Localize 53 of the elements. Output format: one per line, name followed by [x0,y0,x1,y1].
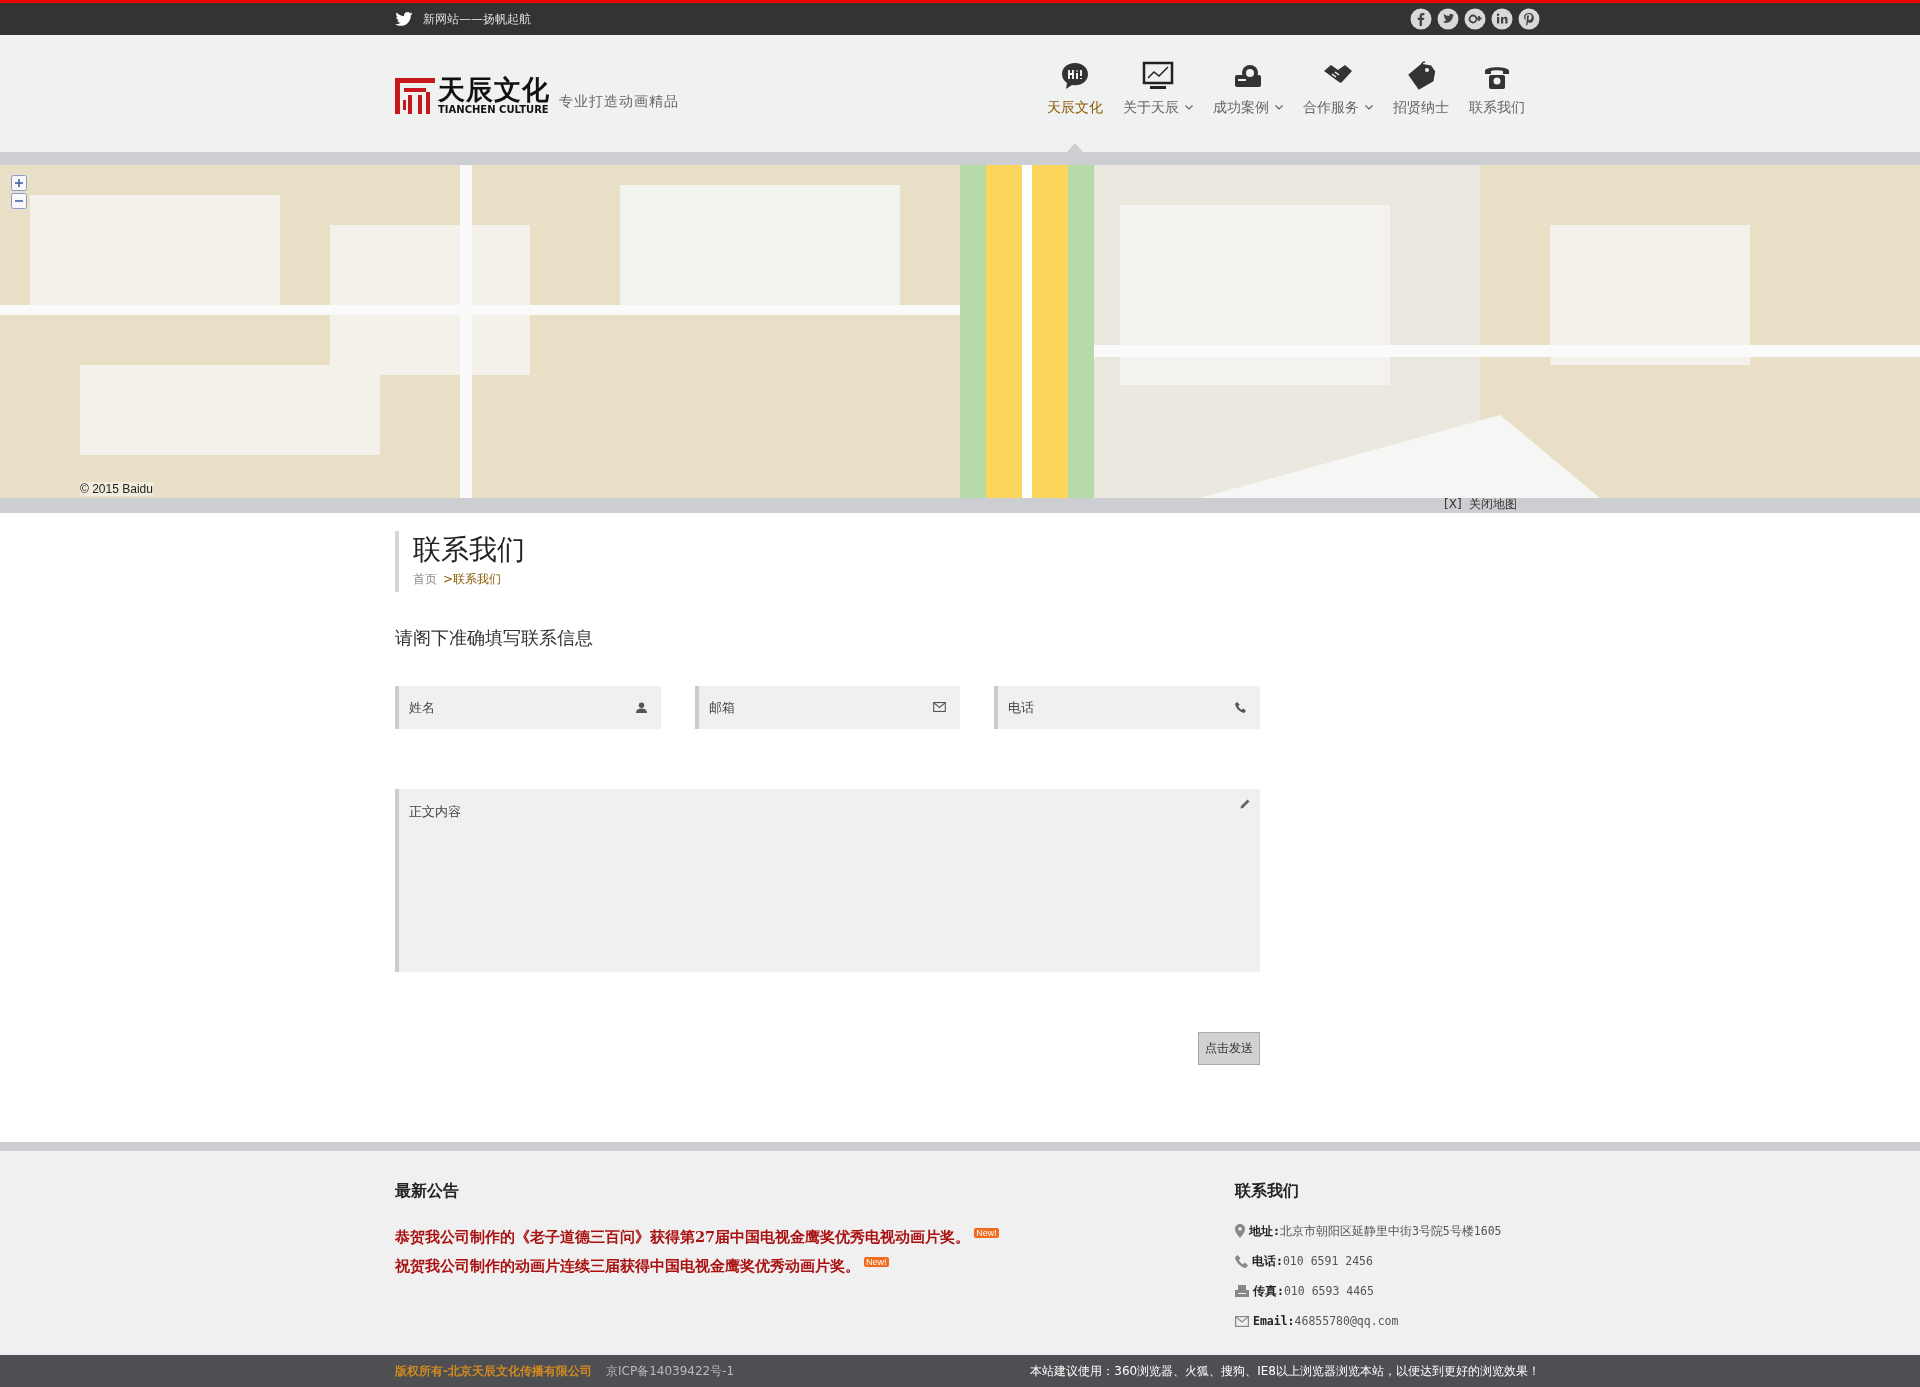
social-icon[interactable] [1491,8,1513,30]
contact-detail: 电话:010 6591 2456 [1252,1253,1373,1269]
pencil-icon [1240,799,1250,809]
input-field[interactable]: 邮箱 [694,686,961,729]
input-field[interactable]: 电话 [994,686,1260,729]
social-icon[interactable] [1437,8,1459,30]
map-copyright: © 2015 Baidu [80,482,153,496]
nav-item[interactable]: 关于天辰 [1120,34,1196,153]
location-pin-icon [1235,1224,1245,1238]
person-icon [635,702,647,713]
copyright-link[interactable]: 版权所有-北京天辰文化传播有限公司 [395,1362,592,1380]
close-map-link[interactable]: [X] 关闭地图 [1444,495,1518,513]
tag-icon [1405,60,1437,91]
contact-detail: 地址:北京市朝阳区延静里中街3号院5号楼1605 [1249,1223,1502,1239]
nav-item[interactable]: 合作服务 [1300,34,1376,153]
nav-item[interactable]: 成功案例 [1210,34,1286,153]
notice-link[interactable]: 恭贺我公司制作的《老子道德三百问》获得第27届中国电视金鹰奖优秀电视动画片奖。 [395,1228,971,1247]
site-slogan: 新网站——扬帆起航 [423,10,531,28]
contact-detail: Email:46855780@qq.com [1253,1314,1399,1328]
nav-item[interactable]: 招贤纳士 [1390,34,1452,153]
input-field[interactable]: 姓名 [395,686,661,729]
page-title: 联系我们 [413,532,526,568]
phone-icon [1235,1254,1248,1268]
fax-icon [1235,1285,1249,1297]
new-badge: New! [864,1257,889,1267]
browser-note: 本站建议使用：360浏览器、火狐、搜狗、IE8以上浏览器浏览本站，以便达到更好的浏览效果！ [1030,1362,1540,1380]
form-prompt: 请阁下准确填写联系信息 [395,626,594,650]
icp-number: 京ICP备14039422号-1 [606,1362,735,1380]
nav-item[interactable]: 联系我们 [1466,34,1528,153]
social-icon[interactable] [1518,8,1540,30]
social-icon[interactable] [1410,8,1432,30]
monitor-icon [1142,60,1174,91]
social-icon[interactable] [1464,8,1486,30]
zoom-out-icon[interactable] [11,193,27,209]
tagline: 专业打造动画精品 [559,92,679,111]
notice-link[interactable]: 祝贺我公司制作的动画片连续三届获得中国电视金鹰奖优秀动画片奖。 [395,1257,860,1276]
breadcrumb-link[interactable]: >联系我们 [443,571,502,588]
send-button[interactable]: 点击发送 [1198,1032,1260,1065]
contact-heading: 联系我们 [1235,1181,1300,1202]
phone-icon [1235,702,1246,713]
logo-mark-icon [395,77,435,114]
mail-icon [1235,1315,1249,1327]
breadcrumb-link[interactable]: 首页 [413,571,437,588]
mail-icon [933,702,947,712]
notices-heading: 最新公告 [395,1181,460,1202]
logo-title: 天辰文化 [438,76,550,103]
zoom-in-icon[interactable] [11,175,27,191]
new-badge: New! [974,1228,999,1238]
message-field[interactable]: 正文内容 [395,789,1260,972]
logo-subtitle: TIANCHEN CULTURE [438,105,550,115]
speech-bubble-icon [1059,60,1091,91]
contact-detail: 传真:010 6593 4465 [1253,1283,1374,1299]
bird-icon [395,12,413,26]
